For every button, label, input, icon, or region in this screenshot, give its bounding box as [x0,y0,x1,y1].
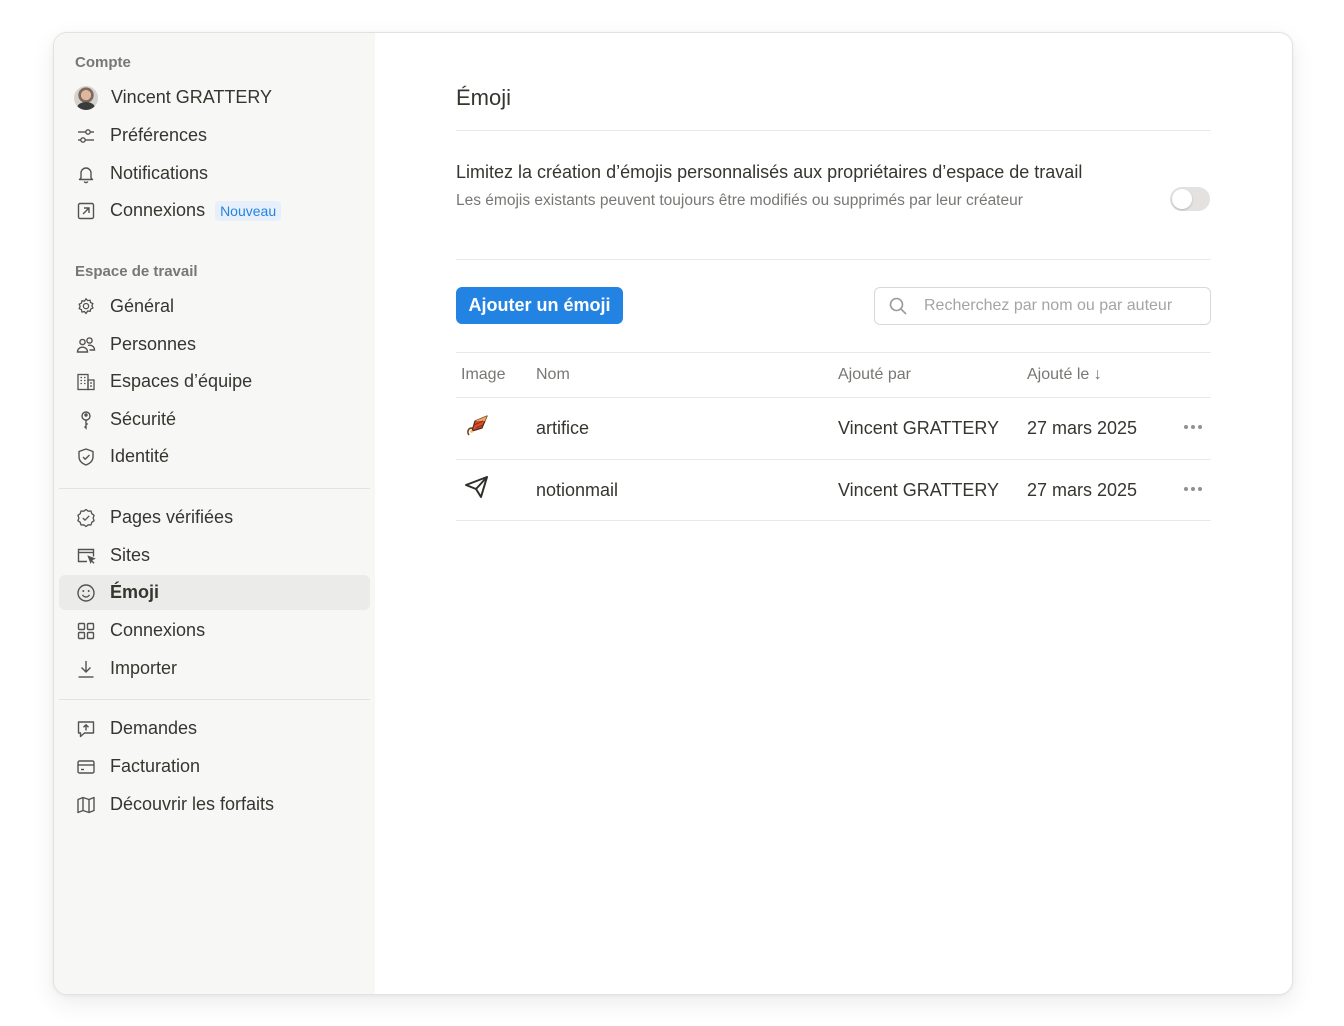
verified-badge-icon [76,508,96,528]
emoji-date: 27 mars 2025 [1027,480,1138,500]
sidebar-item-label: Découvrir les forfaits [110,794,275,814]
emoji-search-box[interactable] [874,287,1211,325]
user-name: Vincent GRATTERY [111,87,273,107]
grid-icon [76,621,96,641]
sidebar-item-preferences[interactable]: Préférences [59,118,370,153]
sidebar-item-label: Connexions [110,620,206,640]
more-dot [1184,487,1188,491]
external-link-icon [76,201,96,221]
emoji-date: 27 mars 2025 [1027,418,1138,438]
credit-card-icon [76,757,96,777]
restrict-emoji-setting-title: Limitez la création d’émojis personnalis… [456,162,1083,182]
sidebar-item-teamspaces[interactable]: Espaces d’équipe [59,364,370,399]
map-icon [76,795,96,815]
sidebar-item-label: Général [110,296,175,316]
sidebar-item-sites[interactable]: Sites [59,538,370,573]
restrict-emoji-toggle[interactable] [1170,187,1210,211]
download-icon [76,659,96,679]
emoji-name: artifice [536,418,590,438]
new-badge: Nouveau [215,200,282,221]
smiley-icon [76,583,96,603]
emoji-author: Vincent GRATTERY [838,480,1000,500]
row-more-button[interactable] [1181,417,1205,437]
gear-icon [76,297,96,317]
table-header-divider [456,397,1211,398]
sidebar-item-label: Facturation [110,756,201,776]
sidebar-item-identity[interactable]: Identité [59,439,370,474]
title-divider [456,130,1211,131]
column-header-added-by[interactable]: Ajouté par [838,366,911,384]
sidebar-item-label: Sécurité [110,409,177,429]
bell-icon [76,164,96,184]
sidebar-item-connections-account[interactable]: Connexions Nouveau [59,193,370,228]
settings-sidebar: Compte Vincent GRATTERY Préférences Noti… [54,33,375,994]
shield-check-icon [76,447,96,467]
avatar [74,85,98,110]
sidebar-item-label: Préférences [110,125,208,145]
key-icon [76,410,96,430]
sidebar-item-label: Espaces d’équipe [110,371,253,391]
browser-cursor-icon [76,546,96,566]
more-dot [1184,425,1188,429]
settings-window: Compte Vincent GRATTERY Préférences Noti… [53,32,1293,995]
sidebar-item-people[interactable]: Personnes [59,327,370,362]
firework-icon [467,415,488,436]
sidebar-divider [59,488,370,489]
table-top-divider [456,352,1211,353]
emoji-settings-panel: Émoji Limitez la création d’émojis perso… [375,33,1292,994]
sidebar-item-requests[interactable]: Demandes [59,711,370,746]
sidebar-item-billing[interactable]: Facturation [59,749,370,784]
sidebar-item-import[interactable]: Importer [59,651,370,686]
column-header-added-on[interactable]: Ajouté le ↓ [1027,366,1102,384]
sliders-icon [76,126,96,146]
sidebar-divider [59,699,370,700]
people-icon [76,335,96,355]
column-header-name[interactable]: Nom [536,366,570,384]
more-dot [1198,425,1202,429]
more-dot [1191,425,1195,429]
account-section-label: Compte [75,54,131,71]
sidebar-item-account[interactable]: Vincent GRATTERY [59,80,370,115]
search-input[interactable] [922,296,1196,316]
workspace-section-label: Espace de travail [75,263,198,280]
emoji-author: Vincent GRATTERY [838,418,1000,438]
sidebar-item-verified-pages[interactable]: Pages vérifiées [59,500,370,535]
sidebar-item-connections-workspace[interactable]: Connexions [59,613,370,648]
sidebar-item-label: Identité [110,446,170,466]
more-dot [1191,487,1195,491]
table-row-divider [456,459,1211,460]
column-header-image: Image [461,366,506,383]
sidebar-item-label: Pages vérifiées [110,507,234,527]
sidebar-item-general[interactable]: Général [59,289,370,324]
sidebar-item-emoji[interactable]: Émoji [59,575,370,610]
sidebar-item-security[interactable]: Sécurité [59,402,370,437]
page-title: Émoji [456,85,512,110]
emoji-name: notionmail [536,480,619,500]
sidebar-item-label: Demandes [110,718,198,738]
search-icon [888,296,908,316]
building-icon [76,372,96,392]
sidebar-item-label: Notifications [110,163,209,183]
add-emoji-button[interactable]: Ajouter un émoji [456,287,623,324]
restrict-emoji-setting-description: Les émojis existants peuvent toujours êt… [456,192,1023,209]
sidebar-item-plans[interactable]: Découvrir les forfaits [59,787,370,822]
sidebar-item-label: Connexions [110,200,206,220]
sidebar-item-label: Sites [110,545,151,565]
row-more-button[interactable] [1181,479,1205,499]
paper-plane-icon [465,476,488,498]
request-icon [76,719,96,739]
sidebar-item-label: Importer [110,658,178,678]
table-row-divider [456,520,1211,521]
setting-divider [456,259,1211,260]
more-dot [1198,487,1202,491]
sidebar-item-label: Personnes [110,334,197,354]
sidebar-item-notifications[interactable]: Notifications [59,156,370,191]
sidebar-item-label: Émoji [110,582,160,602]
toggle-knob [1172,189,1192,209]
